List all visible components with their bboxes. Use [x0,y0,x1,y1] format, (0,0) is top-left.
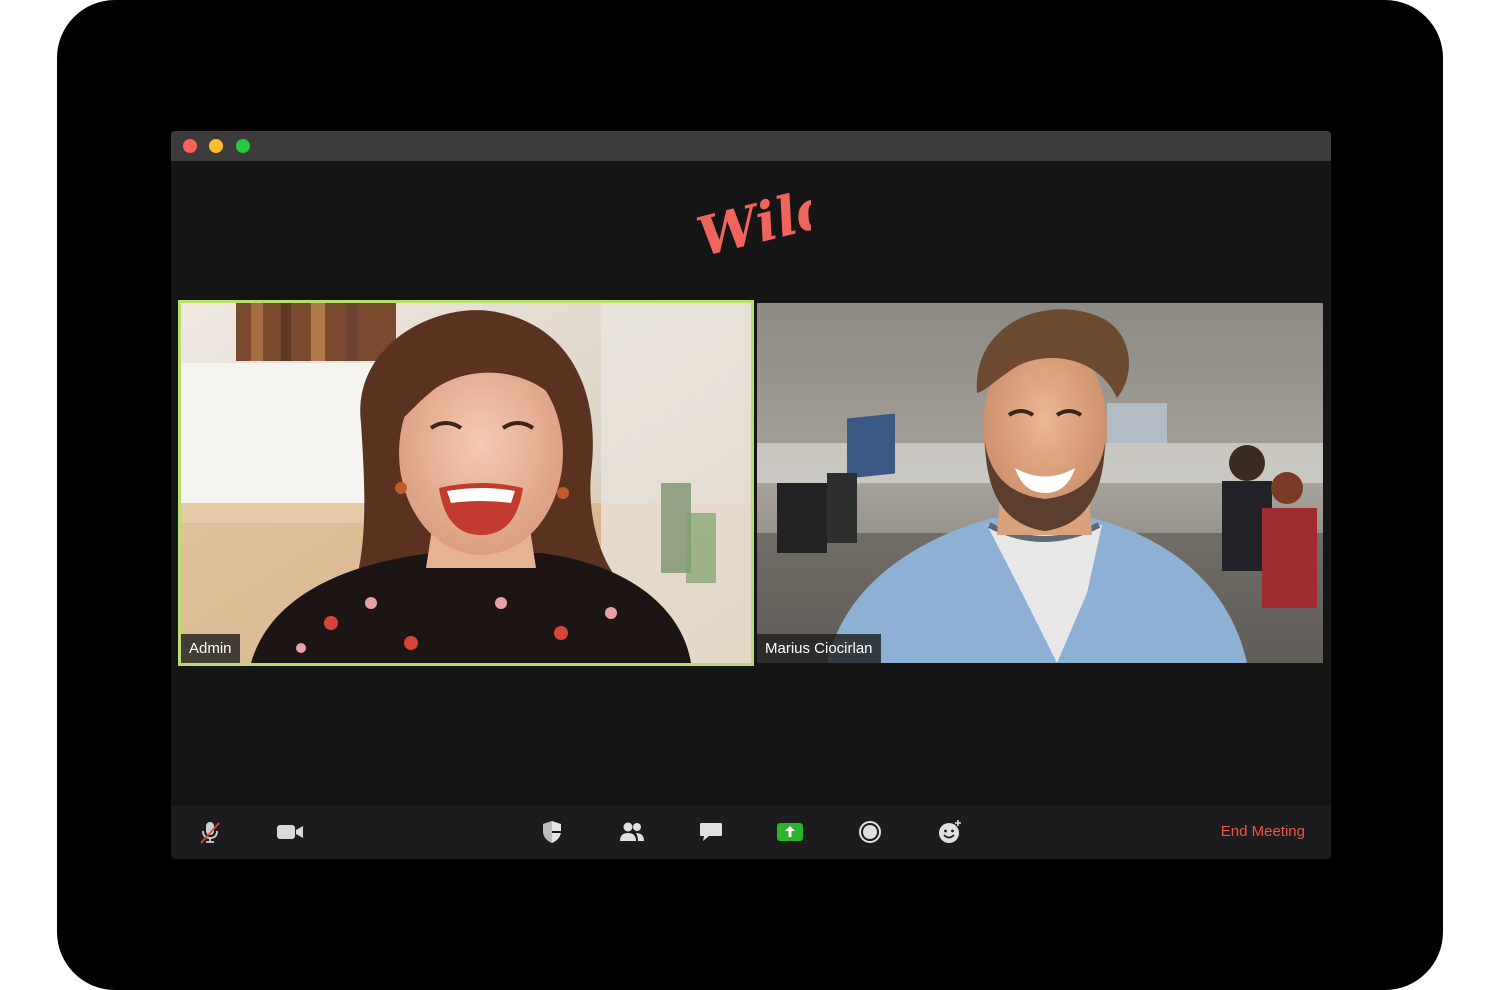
minimize-window-button[interactable] [209,139,223,153]
share-screen-icon [777,823,803,841]
reactions-icon [939,820,961,843]
zoom-window-button[interactable] [236,139,250,153]
svg-text:Wild: Wild [691,186,811,266]
participants-button[interactable] [617,818,647,846]
title-bar [171,131,1331,161]
video-camera-icon [277,825,303,839]
meeting-window: Wild Admin Marius Ciocirlan End Meeting [171,131,1331,859]
record-button[interactable] [855,818,885,846]
meeting-toolbar: End Meeting [171,806,1331,859]
record-icon [859,821,881,843]
end-meeting-button[interactable]: End Meeting [1221,823,1305,840]
chat-button[interactable] [696,818,726,846]
participant-name-marius: Marius Ciocirlan [757,634,881,663]
close-window-button[interactable] [183,139,197,153]
share-screen-button[interactable] [775,818,805,846]
chat-icon [700,823,722,841]
video-tile-marius-ciocirlan[interactable]: Marius Ciocirlan [757,303,1323,663]
mute-button[interactable] [195,818,225,846]
security-shield-icon [543,821,561,843]
marius-video-feed [757,303,1323,663]
muted-mic-icon [200,822,220,844]
security-button[interactable] [537,818,567,846]
participant-name-admin: Admin [181,634,240,663]
participants-icon [620,822,644,841]
video-button[interactable] [275,818,305,846]
video-tile-admin[interactable]: Admin [178,300,754,666]
admin-video-feed [181,303,751,663]
reactions-button[interactable] [935,818,965,846]
wild-logo: Wild [691,186,811,266]
